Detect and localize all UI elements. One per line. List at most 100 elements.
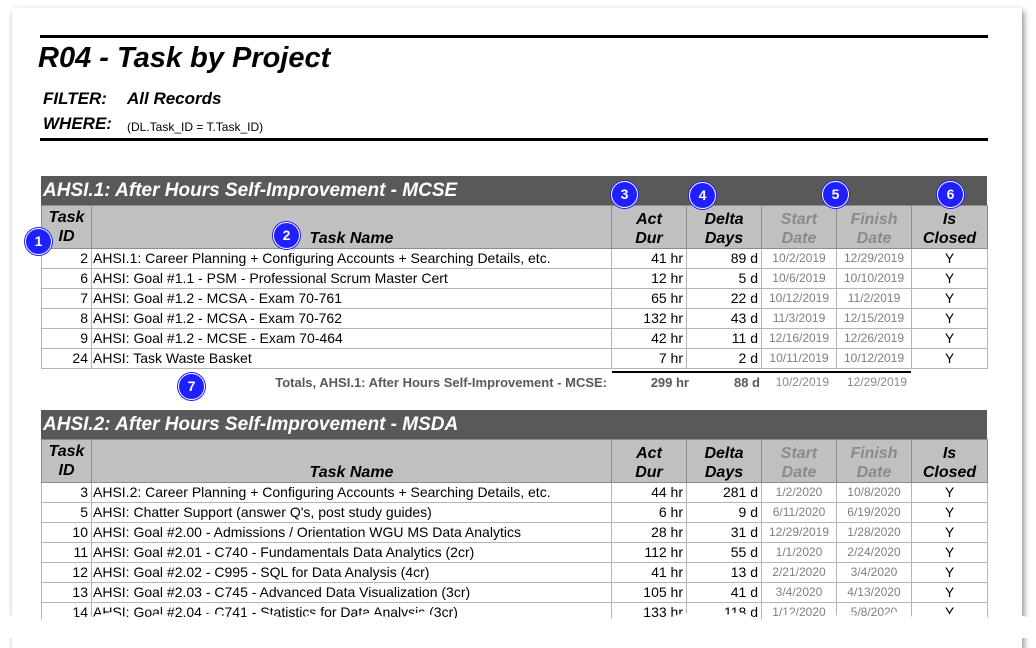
col-start-date: Start Date — [761, 205, 837, 249]
task-name: AHSI: Goal #1.2 - MCSE - Exam 70-464 — [91, 328, 612, 349]
start-date: 12/29/2019 — [761, 522, 837, 543]
is-closed: Y — [911, 288, 988, 309]
task-name: AHSI: Chatter Support (answer Q's, post … — [91, 502, 612, 523]
finish-date: 12/15/2019 — [836, 308, 912, 329]
is-closed: Y — [911, 582, 988, 603]
start-date: 12/16/2019 — [761, 328, 837, 349]
project-header: AHSI.2: After Hours Self-Improvement - M… — [41, 410, 987, 439]
table-row: 5 AHSI: Chatter Support (answer Q's, pos… — [41, 502, 988, 523]
totals-delta-days: 88 d — [733, 375, 760, 390]
project-section-1: AHSI.1: After Hours Self-Improvement - M… — [41, 176, 988, 369]
col-delta-days: Delta Days — [686, 439, 762, 483]
act-dur: 28 hr — [611, 522, 687, 543]
col-is-closed: Is Closed — [911, 439, 988, 483]
table-row: 6 AHSI: Goal #1.1 - PSM - Professional S… — [41, 268, 988, 289]
task-name: AHSI: Goal #2.00 - Admissions / Orientat… — [91, 522, 612, 543]
is-closed: Y — [911, 542, 988, 563]
col-start-date: Start Date — [761, 439, 837, 483]
task-id: 3 — [41, 482, 92, 503]
act-dur: 12 hr — [611, 268, 687, 289]
start-date: 10/2/2019 — [761, 248, 837, 269]
col-act-dur: Act Dur — [611, 439, 687, 483]
act-dur: 6 hr — [611, 502, 687, 523]
task-name: AHSI: Goal #1.2 - MCSA - Exam 70-762 — [91, 308, 612, 329]
finish-date: 1/28/2020 — [836, 522, 912, 543]
finish-date: 2/24/2020 — [836, 542, 912, 563]
project-section-2: AHSI.2: After Hours Self-Improvement - M… — [41, 410, 988, 623]
callout-badge-1: 1 — [25, 228, 52, 255]
is-closed: Y — [911, 522, 988, 543]
table-row: 13 AHSI: Goal #2.03 - C745 - Advanced Da… — [41, 582, 988, 603]
col-act-dur: Act Dur — [611, 205, 687, 249]
where-label: WHERE: — [43, 114, 112, 133]
table-row: 12 AHSI: Goal #2.02 - C995 - SQL for Dat… — [41, 562, 988, 583]
delta-days: 22 d — [686, 288, 762, 309]
task-name: AHSI.2: Career Planning + Configuring Ac… — [91, 482, 612, 503]
start-date: 6/11/2020 — [761, 502, 837, 523]
act-dur: 41 hr — [611, 248, 687, 269]
start-date: 10/12/2019 — [761, 288, 837, 309]
task-id: 12 — [41, 562, 92, 583]
task-table: Task ID Task Name Act Dur Delta Days Start D… — [41, 205, 988, 369]
act-dur: 132 hr — [611, 308, 687, 329]
task-name: AHSI: Goal #1.2 - MCSA - Exam 70-761 — [91, 288, 612, 309]
finish-date: 10/10/2019 — [836, 268, 912, 289]
finish-date: 10/12/2019 — [836, 348, 912, 369]
task-id: 10 — [41, 522, 92, 543]
start-date: 10/11/2019 — [761, 348, 837, 369]
delta-days: 2 d — [686, 348, 762, 369]
finish-date: 11/2/2019 — [836, 288, 912, 309]
act-dur: 65 hr — [611, 288, 687, 309]
is-closed: Y — [911, 308, 988, 329]
act-dur: 41 hr — [611, 562, 687, 583]
table-row: 8 AHSI: Goal #1.2 - MCSA - Exam 70-762 1… — [41, 308, 988, 329]
task-id: 5 — [41, 502, 92, 523]
callout-badge-5: 5 — [822, 181, 849, 208]
table-row: 24 AHSI: Task Waste Basket 7 hr 2 d 10/1… — [41, 348, 988, 369]
filter-value: All Records — [127, 89, 222, 108]
delta-days: 13 d — [686, 562, 762, 583]
filter-label: FILTER: — [43, 89, 107, 108]
start-date: 10/6/2019 — [761, 268, 837, 289]
is-closed: Y — [911, 482, 988, 503]
delta-days: 41 d — [686, 582, 762, 603]
table-row: 2 AHSI.1: Career Planning + Configuring … — [41, 248, 988, 269]
totals-label: Totals, AHSI.1: After Hours Self-Improve… — [275, 375, 607, 390]
task-id: 9 — [41, 328, 92, 349]
torn-edge — [0, 612, 1036, 638]
task-name: AHSI: Task Waste Basket — [91, 348, 612, 369]
is-closed: Y — [911, 268, 988, 289]
callout-badge-2: 2 — [273, 222, 300, 249]
column-header-row: Task ID Task Name Act Dur Delta Days Start D… — [41, 205, 988, 249]
task-id: 13 — [41, 582, 92, 603]
report-title: R04 - Task by Project — [38, 42, 331, 74]
column-header-row: Task ID Task Name Act Dur Delta Days Start D… — [41, 439, 988, 483]
finish-date: 4/13/2020 — [836, 582, 912, 603]
finish-date: 10/8/2020 — [836, 482, 912, 503]
finish-date: 12/26/2019 — [836, 328, 912, 349]
col-finish-date: Finish Date — [836, 205, 912, 249]
col-task-name: Task Name — [91, 205, 612, 249]
delta-days: 31 d — [686, 522, 762, 543]
act-dur: 105 hr — [611, 582, 687, 603]
callout-badge-7: 7 — [178, 373, 205, 400]
table-row: 11 AHSI: Goal #2.01 - C740 - Fundamental… — [41, 542, 988, 563]
task-id: 2 — [41, 248, 92, 269]
delta-days: 89 d — [686, 248, 762, 269]
callout-badge-6: 6 — [937, 181, 964, 208]
col-finish-date: Finish Date — [836, 439, 912, 483]
top-rule — [40, 35, 988, 38]
task-id: 11 — [41, 542, 92, 563]
report-page: R04 - Task by Project FILTER: All Record… — [12, 8, 1022, 648]
totals-finish-date: 12/29/2019 — [846, 375, 907, 389]
task-table: Task ID Task Name Act Dur Delta Days Start D… — [41, 439, 988, 623]
delta-days: 43 d — [686, 308, 762, 329]
task-id: 6 — [41, 268, 92, 289]
col-delta-days: Delta Days — [686, 205, 762, 249]
act-dur: 42 hr — [611, 328, 687, 349]
start-date: 1/1/2020 — [761, 542, 837, 563]
task-name: AHSI.1: Career Planning + Configuring Ac… — [91, 248, 612, 269]
totals-underline — [612, 371, 911, 373]
is-closed: Y — [911, 562, 988, 583]
table-row: 10 AHSI: Goal #2.00 - Admissions / Orien… — [41, 522, 988, 543]
